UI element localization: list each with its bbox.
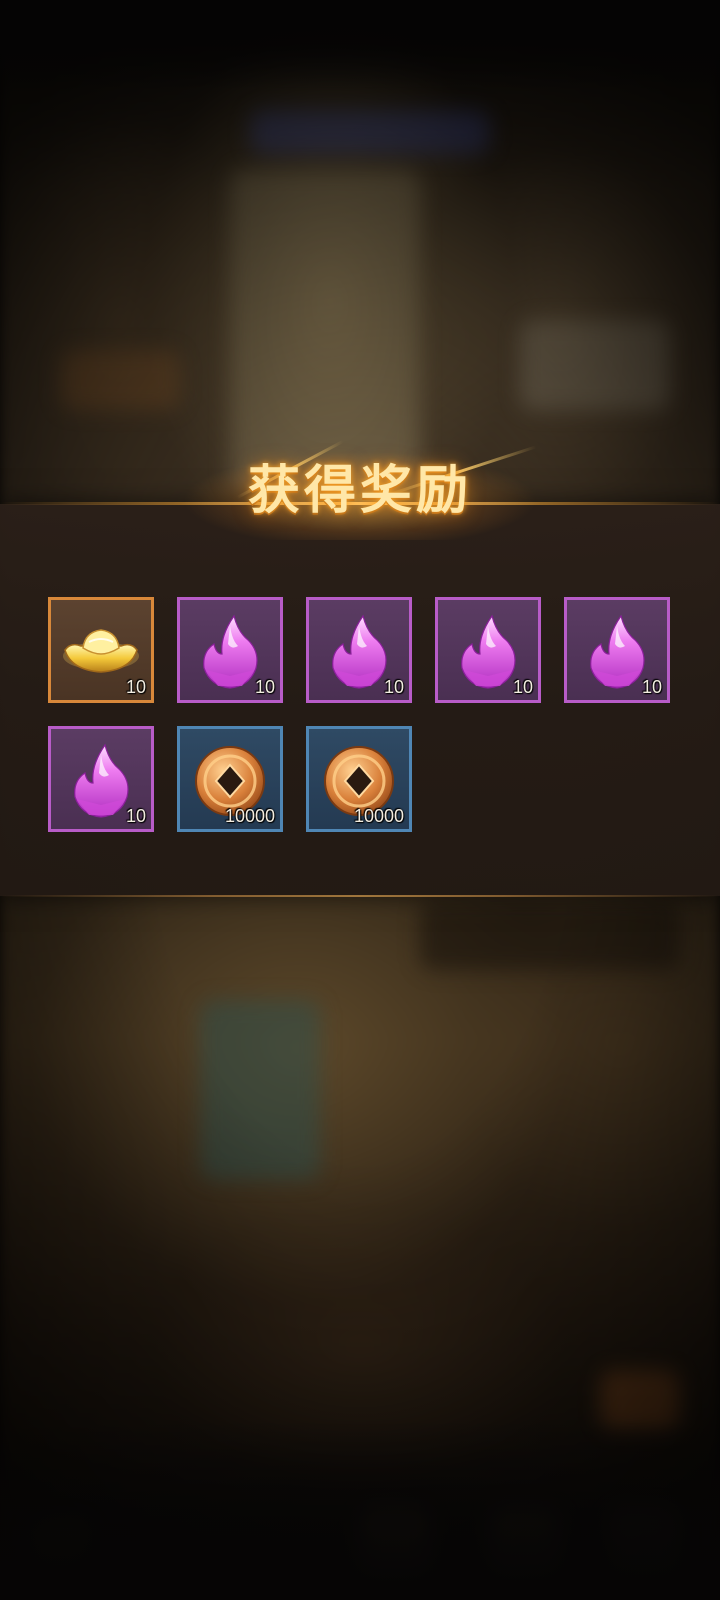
- reward-item-slot[interactable]: 10000: [306, 726, 412, 832]
- item-quantity: 10: [641, 677, 662, 697]
- item-quantity: 10: [383, 677, 404, 697]
- item-quantity: 10000: [353, 806, 404, 826]
- reward-item-slot[interactable]: 10: [177, 597, 283, 703]
- reward-item-slot[interactable]: 10: [48, 726, 154, 832]
- reward-item-slot[interactable]: 10: [48, 597, 154, 703]
- reward-item-slot[interactable]: 10: [564, 597, 670, 703]
- reward-item-slot[interactable]: 10: [306, 597, 412, 703]
- item-quantity: 10000: [224, 806, 275, 826]
- item-quantity: 10: [125, 677, 146, 697]
- reward-title: 获得奖励: [247, 460, 472, 521]
- reward-item-slot[interactable]: 10000: [177, 726, 283, 832]
- item-quantity: 10: [254, 677, 275, 697]
- panel-bottom-border: [0, 895, 720, 897]
- item-quantity: 10: [512, 677, 533, 697]
- reward-item-slot[interactable]: 10: [435, 597, 541, 703]
- item-quantity: 10: [125, 806, 146, 826]
